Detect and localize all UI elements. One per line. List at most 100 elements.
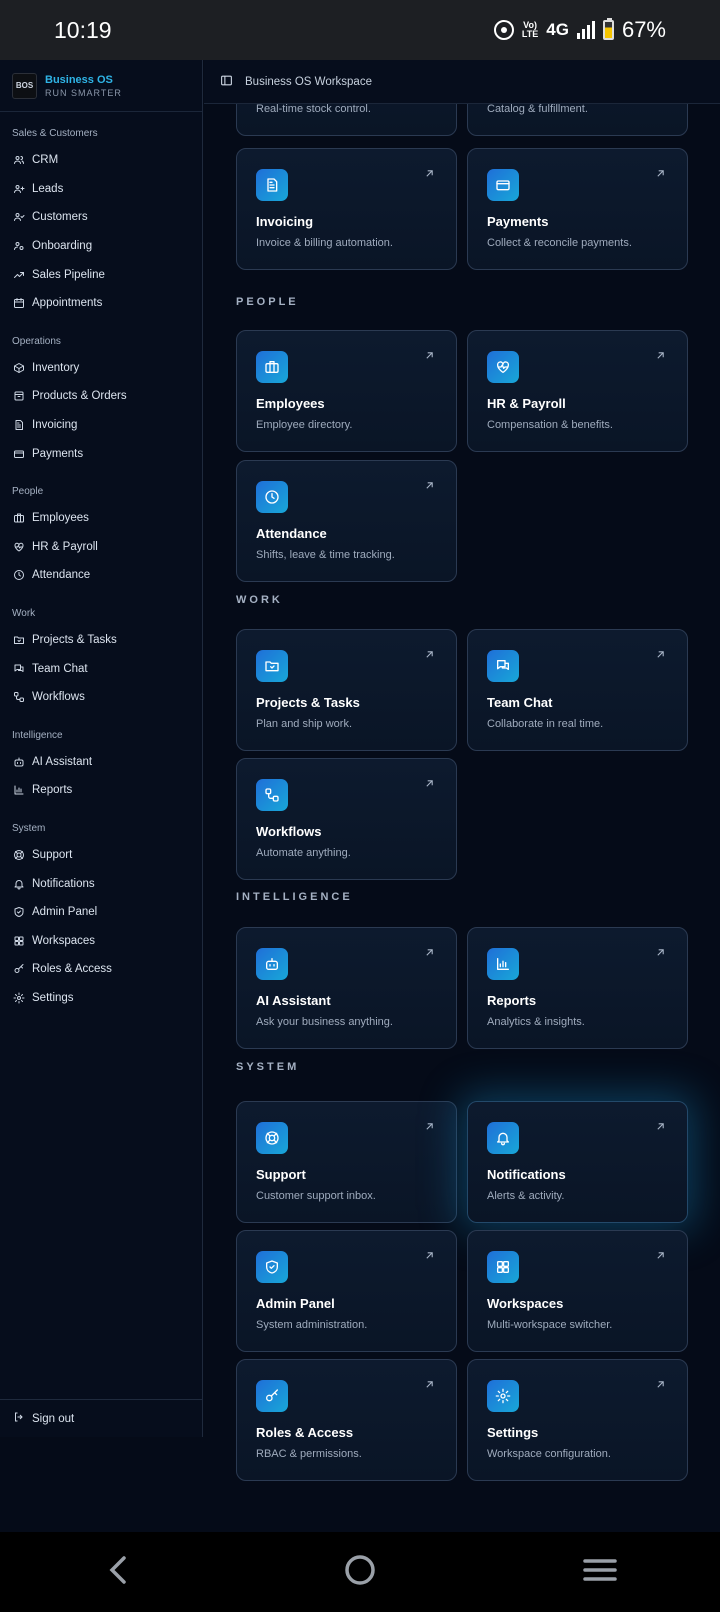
sidebar-item-workspaces[interactable]: Workspaces — [0, 926, 202, 955]
open-arrow-icon[interactable] — [425, 481, 434, 490]
brand[interactable]: BOS Business OS RUN SMARTER — [0, 60, 202, 112]
card-notifications[interactable]: Notifications Alerts & activity. — [467, 1101, 688, 1223]
main-content: Real-time stock control. Catalog & fulfi… — [204, 104, 720, 1532]
card-hr-payroll[interactable]: HR & Payroll Compensation & benefits. — [467, 330, 688, 452]
sidebar-item-notifications[interactable]: Notifications — [0, 869, 202, 898]
sidebar-item-roles-access[interactable]: Roles & Access — [0, 955, 202, 984]
sidebar-item-onboarding[interactable]: Onboarding — [0, 232, 202, 261]
sidebar-item-projects-tasks[interactable]: Projects & Tasks — [0, 626, 202, 655]
workflow-icon — [256, 779, 288, 811]
card-desc: Employee directory. — [256, 419, 353, 431]
recents-button[interactable] — [580, 1550, 620, 1595]
card-desc: Real-time stock control. — [256, 104, 371, 115]
card-title: Admin Panel — [256, 1296, 335, 1311]
chat-icon — [487, 650, 519, 682]
sidebar-item-team-chat[interactable]: Team Chat — [0, 654, 202, 683]
card-desc: Customer support inbox. — [256, 1190, 376, 1202]
card-ai-assistant[interactable]: AI Assistant Ask your business anything. — [236, 927, 457, 1049]
open-arrow-icon[interactable] — [425, 650, 434, 659]
card-admin-panel[interactable]: Admin Panel System administration. — [236, 1230, 457, 1352]
card-projects-tasks[interactable]: Projects & Tasks Plan and ship work. — [236, 629, 457, 751]
card-employees[interactable]: Employees Employee directory. — [236, 330, 457, 452]
card-roles-access[interactable]: Roles & Access RBAC & permissions. — [236, 1359, 457, 1481]
card-inventory[interactable]: Real-time stock control. — [236, 104, 457, 136]
heart-pulse-icon — [487, 351, 519, 383]
card-title: AI Assistant — [256, 993, 331, 1008]
sidebar-item-customers[interactable]: Customers — [0, 203, 202, 232]
sidebar-item-ai-assistant[interactable]: AI Assistant — [0, 748, 202, 777]
sidebar-item-employees[interactable]: Employees — [0, 504, 202, 533]
sidebar-item-admin-panel[interactable]: Admin Panel — [0, 898, 202, 927]
card-invoicing[interactable]: Invoicing Invoice & billing automation. — [236, 148, 457, 270]
open-arrow-icon[interactable] — [656, 351, 665, 360]
briefcase-icon — [13, 512, 25, 524]
open-arrow-icon[interactable] — [425, 948, 434, 957]
status-time: 10:19 — [54, 16, 112, 43]
sidebar-item-label: Support — [32, 848, 73, 861]
card-workspaces[interactable]: Workspaces Multi-workspace switcher. — [467, 1230, 688, 1352]
card-title: Notifications — [487, 1167, 566, 1182]
open-arrow-icon[interactable] — [656, 1380, 665, 1389]
nav-group-title: Sales & Customers — [12, 128, 98, 139]
open-arrow-icon[interactable] — [656, 948, 665, 957]
card-settings[interactable]: Settings Workspace configuration. — [467, 1359, 688, 1481]
sidebar-item-inventory[interactable]: Inventory — [0, 354, 202, 383]
open-arrow-icon[interactable] — [425, 1251, 434, 1260]
back-button[interactable] — [100, 1550, 140, 1595]
nav-group-title: System — [12, 822, 46, 834]
brand-tagline: RUN SMARTER — [45, 87, 122, 98]
system-nav-bar — [0, 1532, 720, 1612]
sidebar-item-label: Customers — [32, 211, 88, 224]
card-products-orders[interactable]: Catalog & fulfillment. — [467, 104, 688, 136]
package-icon — [13, 390, 25, 402]
card-attendance[interactable]: Attendance Shifts, leave & time tracking. — [236, 460, 457, 582]
nav-group-title: Work — [12, 607, 36, 619]
sign-out-button[interactable]: Sign out — [0, 1399, 202, 1437]
sidebar-toggle-icon[interactable] — [220, 74, 233, 90]
sidebar-item-hr-payroll[interactable]: HR & Payroll — [0, 533, 202, 562]
open-arrow-icon[interactable] — [425, 169, 434, 178]
open-arrow-icon[interactable] — [656, 1251, 665, 1260]
workspace-title: Business OS Workspace — [245, 75, 372, 88]
sidebar-item-label: Employees — [32, 512, 89, 525]
open-arrow-icon[interactable] — [425, 779, 434, 788]
sidebar-item-invoicing[interactable]: Invoicing — [0, 411, 202, 440]
open-arrow-icon[interactable] — [656, 169, 665, 178]
sidebar-item-label: Attendance — [32, 569, 91, 582]
key-icon — [256, 1380, 288, 1412]
card-title: Invoicing — [256, 214, 314, 229]
card-team-chat[interactable]: Team Chat Collaborate in real time. — [467, 629, 688, 751]
open-arrow-icon[interactable] — [425, 1122, 434, 1131]
sidebar-item-payments[interactable]: Payments — [0, 439, 202, 468]
sidebar-item-crm[interactable]: CRM — [0, 146, 202, 175]
sidebar-item-sales-pipeline[interactable]: Sales Pipeline — [0, 260, 202, 289]
users-icon — [13, 154, 25, 166]
open-arrow-icon[interactable] — [425, 1380, 434, 1389]
workflow-icon — [13, 691, 25, 703]
sidebar-item-settings[interactable]: Settings — [0, 984, 202, 1013]
card-reports[interactable]: Reports Analytics & insights. — [467, 927, 688, 1049]
sidebar-item-label: Products & Orders — [32, 390, 127, 403]
shield-icon — [256, 1251, 288, 1283]
lifebuoy-icon — [256, 1122, 288, 1154]
user-plus-icon — [13, 183, 25, 195]
open-arrow-icon[interactable] — [656, 650, 665, 659]
sidebar-item-leads[interactable]: Leads — [0, 175, 202, 204]
card-desc: Plan and ship work. — [256, 718, 352, 730]
card-title: Attendance — [256, 526, 327, 541]
card-payments[interactable]: Payments Collect & reconcile payments. — [467, 148, 688, 270]
open-arrow-icon[interactable] — [656, 1122, 665, 1131]
folder-icon — [256, 650, 288, 682]
open-arrow-icon[interactable] — [425, 351, 434, 360]
sidebar-item-reports[interactable]: Reports — [0, 776, 202, 805]
card-workflows[interactable]: Workflows Automate anything. — [236, 758, 457, 880]
section-people: PEOPLE — [236, 296, 299, 308]
home-button[interactable] — [340, 1550, 380, 1595]
card-support[interactable]: Support Customer support inbox. — [236, 1101, 457, 1223]
sidebar-item-attendance[interactable]: Attendance — [0, 561, 202, 590]
sidebar-item-support[interactable]: Support — [0, 841, 202, 870]
sidebar-item-products-orders[interactable]: Products & Orders — [0, 382, 202, 411]
sidebar-item-workflows[interactable]: Workflows — [0, 683, 202, 712]
sidebar-item-appointments[interactable]: Appointments — [0, 289, 202, 318]
card-desc: System administration. — [256, 1319, 368, 1331]
